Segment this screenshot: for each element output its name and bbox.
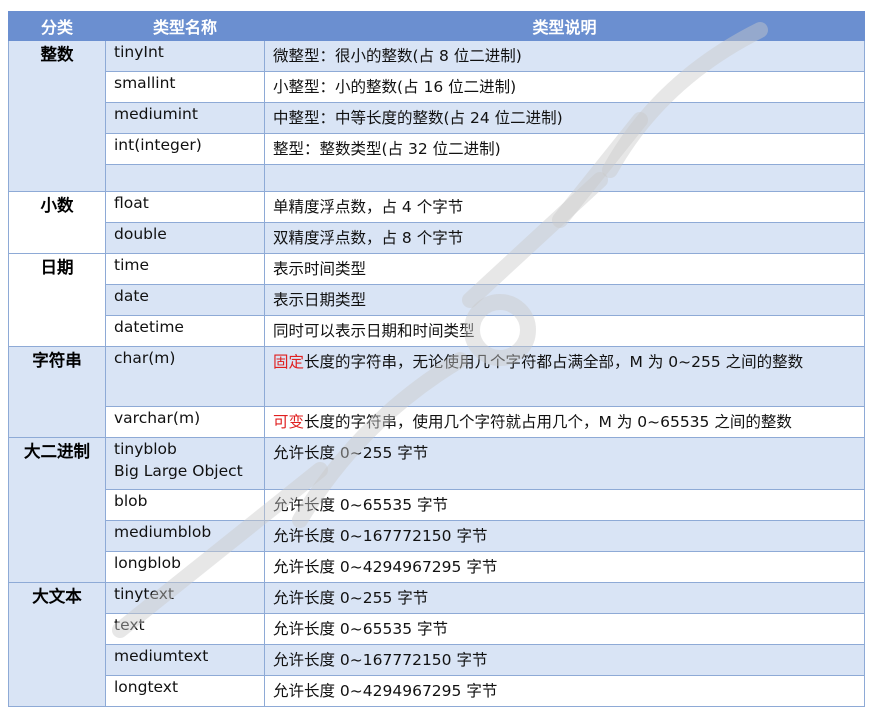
header-type-name: 类型名称 (105, 11, 265, 41)
table-row: longblob 允许长度 0~4294967295 字节 (9, 551, 865, 583)
category-string: 字符串 (8, 346, 106, 438)
type-name: time (105, 253, 265, 285)
type-name: varchar(m) (105, 406, 265, 438)
type-name: double (105, 222, 265, 254)
header-row: 分类 类型名称 类型说明 (8, 11, 865, 41)
type-name: blob (105, 489, 265, 521)
data-types-table: 分类 类型名称 类型说明 整数 tinyInt 微整型：很小的整数(占 8 位二… (8, 11, 865, 707)
type-desc: 允许长度 0~65535 字节 (264, 489, 865, 521)
table-row: 小数 float 单精度浮点数，占 4 个字节 (8, 191, 865, 254)
category-text: 大文本 (8, 582, 106, 707)
type-desc: 允许长度 0~4294967295 字节 (264, 551, 865, 583)
type-desc: 表示时间类型 (264, 253, 865, 285)
table-row: 大文本 tinytext 允许长度 0~255 字节 (8, 582, 865, 707)
type-desc: 允许长度 0~167772150 字节 (264, 644, 865, 676)
category-integer: 整数 (8, 40, 106, 192)
table-row: datetime 同时可以表示日期和时间类型 (9, 315, 865, 347)
table-row: mediumtext 允许长度 0~167772150 字节 (9, 644, 865, 676)
type-desc (264, 164, 865, 192)
table-row: blob 允许长度 0~65535 字节 (9, 489, 865, 521)
type-desc: 表示日期类型 (264, 284, 865, 316)
type-desc: 允许长度 0~255 字节 (264, 582, 865, 614)
table-row-empty (9, 164, 865, 192)
type-name: text (105, 613, 265, 645)
desc-highlight: 可变 (273, 413, 305, 431)
type-name: tinytext (105, 582, 265, 614)
type-name: mediumtext (105, 644, 265, 676)
type-desc: 整型：整数类型(占 32 位二进制) (264, 133, 865, 165)
table-row: mediumint 中整型：中等长度的整数(占 24 位二进制) (9, 102, 865, 134)
type-name-main: tinyblob (114, 440, 177, 458)
table-row: 字符串 char(m) 固定长度的字符串，无论使用几个字符都占满全部，M 为 0… (8, 346, 865, 438)
type-desc: 允许长度 0~255 字节 (264, 437, 865, 490)
table-row: date 表示日期类型 (9, 284, 865, 316)
type-desc: 同时可以表示日期和时间类型 (264, 315, 865, 347)
type-desc: 可变长度的字符串，使用几个字符就占用几个，M 为 0~65535 之间的整数 (264, 406, 865, 438)
header-type-desc: 类型说明 (264, 11, 865, 41)
type-desc: 小整型：小的整数(占 16 位二进制) (264, 71, 865, 103)
table-row: 大二进制 tinyblob Big Large Object 允许长度 0~255… (8, 437, 865, 583)
type-desc: 中整型：中等长度的整数(占 24 位二进制) (264, 102, 865, 134)
type-name: date (105, 284, 265, 316)
category-binary: 大二进制 (8, 437, 106, 583)
type-desc: 固定长度的字符串，无论使用几个字符都占满全部，M 为 0~255 之间的整数 (264, 346, 865, 407)
type-name: int(integer) (105, 133, 265, 165)
type-name: smallint (105, 71, 265, 103)
table-row: 整数 tinyInt 微整型：很小的整数(占 8 位二进制) (8, 40, 865, 192)
type-name: datetime (105, 315, 265, 347)
category-decimal: 小数 (8, 191, 106, 254)
type-name: mediumint (105, 102, 265, 134)
desc-highlight: 固定 (273, 353, 305, 371)
desc-text: 长度的字符串，使用几个字符就占用几个，M 为 0~65535 之间的整数 (304, 413, 792, 431)
type-name: mediumblob (105, 520, 265, 552)
table-row: 日期 time 表示时间类型 (8, 253, 865, 347)
table-row: int(integer) 整型：整数类型(占 32 位二进制) (9, 133, 865, 165)
type-name: tinyblob Big Large Object (105, 437, 265, 490)
type-desc: 允许长度 0~65535 字节 (264, 613, 865, 645)
table-row: mediumblob 允许长度 0~167772150 字节 (9, 520, 865, 552)
type-name: char(m) (105, 346, 265, 407)
type-desc: 双精度浮点数，占 8 个字节 (264, 222, 865, 254)
desc-text: 长度的字符串，无论使用几个字符都占满全部，M 为 0~255 之间的整数 (304, 353, 804, 371)
type-desc: 单精度浮点数，占 4 个字节 (264, 191, 865, 223)
type-name: tinyInt (105, 40, 265, 72)
type-desc: 微整型：很小的整数(占 8 位二进制) (264, 40, 865, 72)
header-category: 分类 (8, 11, 106, 41)
type-name-sub: Big Large Object (114, 462, 243, 480)
table-row: varchar(m) 可变长度的字符串，使用几个字符就占用几个，M 为 0~65… (9, 406, 865, 438)
type-desc: 允许长度 0~167772150 字节 (264, 520, 865, 552)
type-name: longblob (105, 551, 265, 583)
type-name: float (105, 191, 265, 223)
table-row: text 允许长度 0~65535 字节 (9, 613, 865, 645)
category-date: 日期 (8, 253, 106, 347)
type-name (105, 164, 265, 192)
table-row: smallint 小整型：小的整数(占 16 位二进制) (9, 71, 865, 103)
table-row: double 双精度浮点数，占 8 个字节 (9, 222, 865, 254)
